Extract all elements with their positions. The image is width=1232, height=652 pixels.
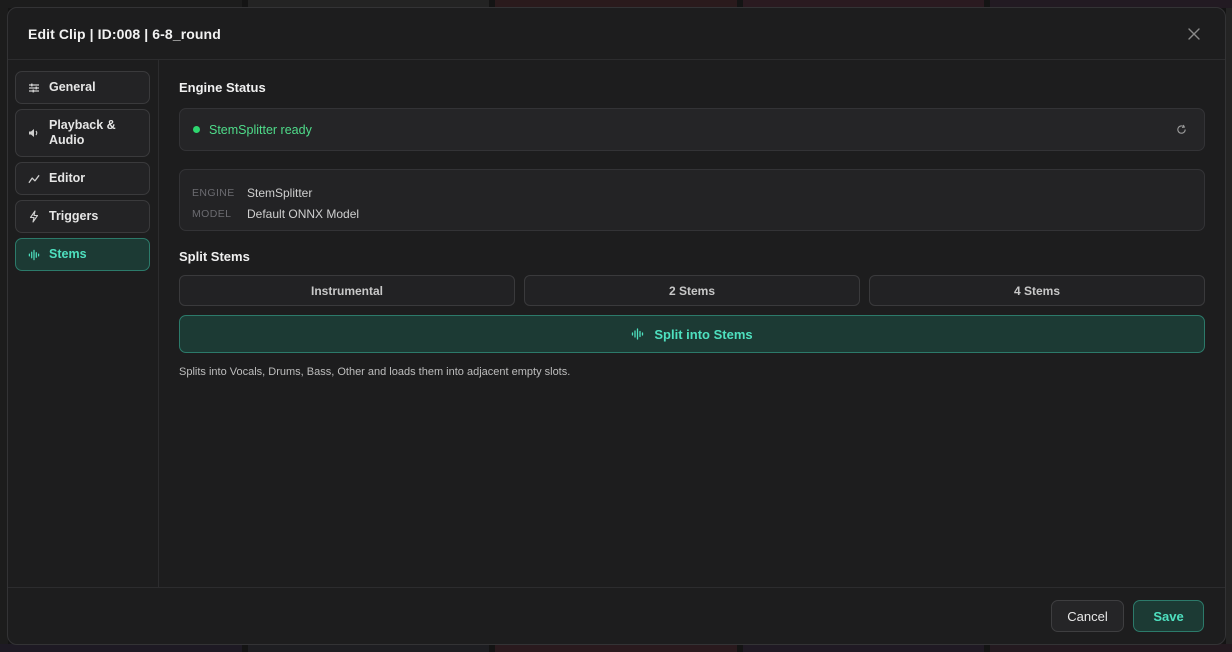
speaker-icon: [28, 127, 40, 139]
option-2-stems[interactable]: 2 Stems: [524, 275, 860, 306]
split-into-stems-button[interactable]: Split into Stems: [179, 315, 1205, 353]
info-value: Default ONNX Model: [247, 206, 360, 221]
trend-line-icon: [28, 173, 40, 185]
refresh-icon[interactable]: [1174, 123, 1188, 137]
sidebar-item-label: Playback & Audio: [49, 118, 116, 147]
dialog-body: General Playback & Audio Editor Triggers: [8, 60, 1225, 587]
waveform-icon: [28, 249, 40, 261]
sidebar-item-label: Editor: [49, 171, 86, 185]
sidebar-item-stems[interactable]: Stems: [15, 238, 150, 271]
sidebar-item-editor[interactable]: Editor: [15, 162, 150, 195]
model-row: MODEL Default ONNX Model: [192, 203, 1192, 224]
stems-panel: Engine Status StemSplitter ready ENGINE …: [159, 60, 1225, 587]
close-icon[interactable]: [1183, 23, 1205, 45]
engine-status-box: StemSplitter ready: [179, 108, 1205, 151]
dialog-footer: Cancel Save: [8, 587, 1225, 644]
option-4-stems[interactable]: 4 Stems: [869, 275, 1205, 306]
lightning-icon: [28, 210, 40, 223]
info-key: ENGINE: [192, 186, 235, 199]
sliders-icon: [28, 82, 40, 94]
dialog-title: Edit Clip | ID:008 | 6-8_round: [28, 25, 221, 42]
status-text: StemSplitter ready: [209, 122, 312, 137]
waveform-icon: [631, 328, 644, 340]
sidebar-item-label: Triggers: [49, 209, 99, 223]
option-instrumental[interactable]: Instrumental: [179, 275, 515, 306]
status-indicator: [193, 126, 200, 133]
sidebar-item-triggers[interactable]: Triggers: [15, 200, 150, 233]
save-button[interactable]: Save: [1133, 600, 1204, 632]
engine-row: ENGINE StemSplitter: [192, 182, 1192, 203]
split-button-label: Split into Stems: [654, 326, 753, 342]
edit-clip-dialog: Edit Clip | ID:008 | 6-8_round General P…: [7, 7, 1226, 645]
engine-status-heading: Engine Status: [179, 80, 266, 95]
sidebar-item-label: General: [49, 80, 96, 94]
sidebar-item-playback-audio[interactable]: Playback & Audio: [15, 109, 150, 157]
info-value: StemSplitter: [247, 185, 313, 200]
sidebar-item-general[interactable]: General: [15, 71, 150, 104]
sidebar-item-label: Stems: [49, 247, 87, 261]
settings-sidebar: General Playback & Audio Editor Triggers: [8, 60, 159, 587]
info-key: MODEL: [192, 207, 232, 220]
background-grid-bottom: [0, 644, 1232, 652]
cancel-button[interactable]: Cancel: [1051, 600, 1124, 632]
split-stems-heading: Split Stems: [179, 249, 250, 264]
background-right-edge: [1226, 8, 1232, 644]
dialog-header: Edit Clip | ID:008 | 6-8_round: [8, 8, 1225, 60]
split-helper-text: Splits into Vocals, Drums, Bass, Other a…: [179, 366, 571, 378]
engine-info-box: ENGINE StemSplitter MODEL Default ONNX M…: [179, 169, 1205, 231]
stem-mode-selector: Instrumental 2 Stems 4 Stems: [179, 275, 1205, 306]
